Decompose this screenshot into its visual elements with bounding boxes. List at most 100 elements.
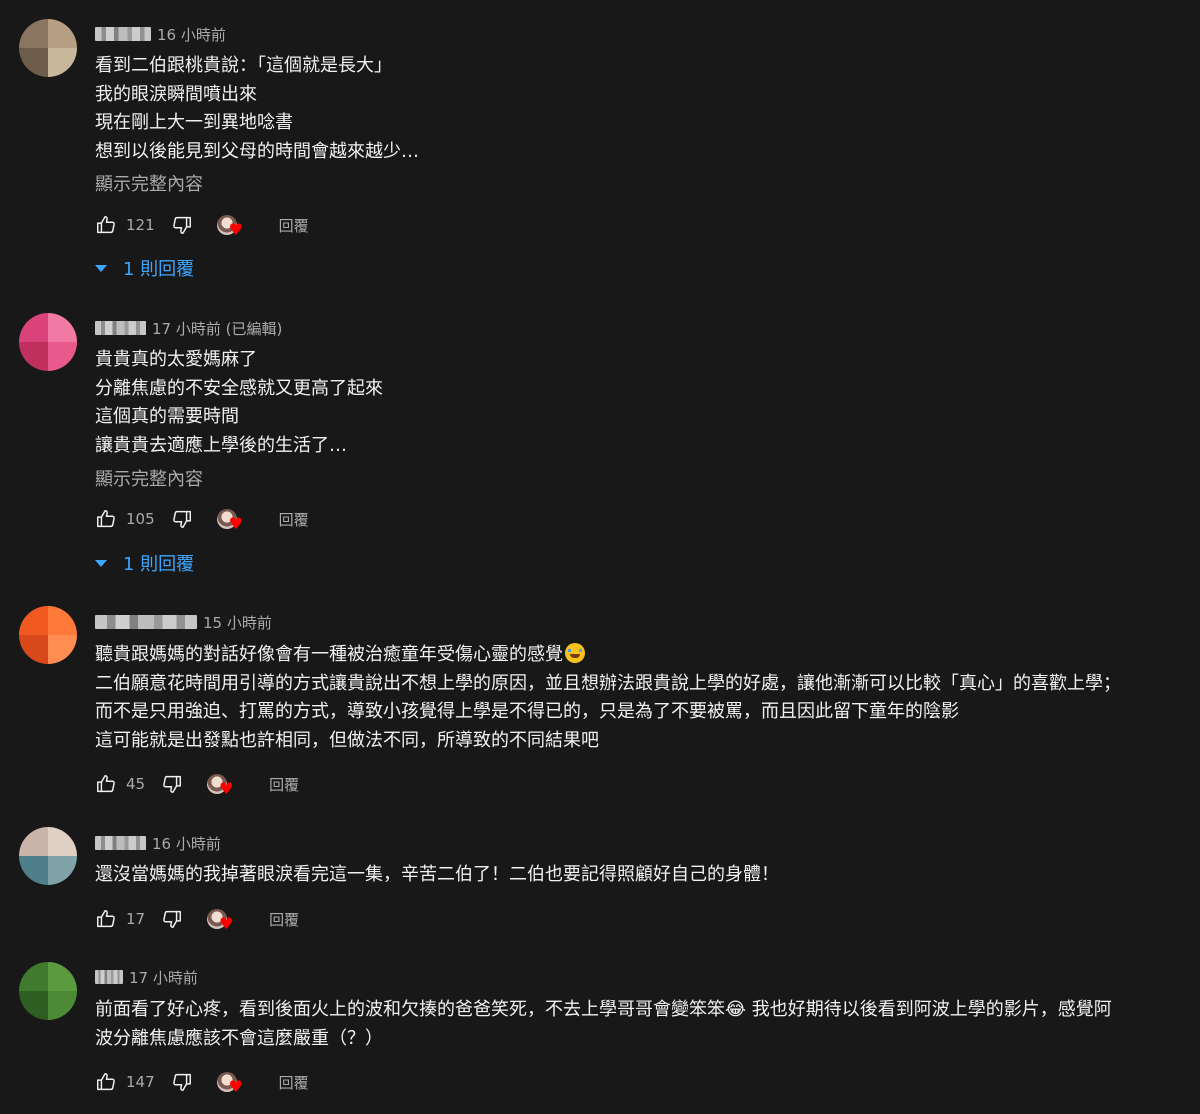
avatar-pixel <box>19 856 48 885</box>
comment-line: 看到二伯跟桃貴說：「這個就是長大」 <box>95 55 392 76</box>
comment-line: 我的眼淚瞬間噴出來 <box>95 83 257 105</box>
avatar-pixel <box>48 827 77 856</box>
avatar-pixel <box>19 962 48 991</box>
creator-heart-badge: ♥ <box>216 213 247 239</box>
creator-heart-badge: ♥ <box>216 507 247 533</box>
heart-icon: ♥ <box>219 914 234 933</box>
show-more-link[interactable]: 顯示完整內容 <box>95 465 203 491</box>
like-icon[interactable] <box>95 908 117 930</box>
comment-line: 聽貴跟媽媽的對話好像會有一種被治癒童年受傷心靈的感覺 <box>95 641 1121 670</box>
comment-line: 貴貴真的太愛媽麻了 <box>95 349 257 370</box>
comment-text: 前面看了好心疼，看到後面火上的波和欠揍的爸爸笑死，不去上學哥哥會變笨笨😂 我也好… <box>95 996 1112 1053</box>
comment-actions: 45 ♥ 回覆 <box>95 772 299 798</box>
reply-button[interactable]: 回覆 <box>269 909 299 930</box>
reply-button[interactable]: 回覆 <box>279 509 309 530</box>
comment-text: 看到二伯跟桃貴說：「這個就是長大」 我的眼淚瞬間噴出來 現在剛上大一到異地唸書 … <box>95 52 419 166</box>
like-icon[interactable] <box>95 1071 117 1093</box>
author-name-blurred[interactable] <box>95 27 151 41</box>
comment-line: 前面看了好心疼，看到後面火上的波和欠揍的爸爸笑死，不去上學哥哥會變笨笨😂 我也好… <box>95 999 1112 1020</box>
like-icon[interactable] <box>95 508 117 530</box>
view-replies-button[interactable]: 1 則回覆 <box>93 255 194 281</box>
comment-text: 貴貴真的太愛媽麻了 分離焦慮的不安全感就又更高了起來 這個真的需要時間 讓貴貴去… <box>95 346 383 460</box>
comment-line: 現在剛上大一到異地唸書 <box>95 112 293 133</box>
comment-time[interactable]: 16 小時前 <box>157 24 226 45</box>
author-name-blurred[interactable] <box>95 321 146 335</box>
heart-icon: ♥ <box>219 779 234 798</box>
heart-icon: ♥ <box>228 220 243 239</box>
comment-actions: 17 ♥ 回覆 <box>95 907 299 933</box>
comment-line: 這個真的需要時間 <box>95 406 239 427</box>
avatar-pixel <box>48 48 77 77</box>
comment-time[interactable]: 15 小時前 <box>203 612 272 633</box>
creator-heart-badge: ♥ <box>207 772 237 798</box>
comment-meta: 16 小時前 <box>95 24 226 44</box>
reply-button[interactable]: 回覆 <box>279 215 309 236</box>
avatar[interactable] <box>19 606 77 664</box>
avatar-pixel <box>48 856 77 885</box>
dislike-icon[interactable] <box>161 908 183 930</box>
like-count: 17 <box>126 910 146 928</box>
like-count: 45 <box>126 775 146 793</box>
comment-line: 讓貴貴去適應上學後的生活了… <box>95 434 347 456</box>
heart-icon: ♥ <box>228 514 243 533</box>
comment-meta: 15 小時前 <box>95 612 272 632</box>
like-count: 147 <box>126 1073 155 1091</box>
like-count: 121 <box>126 216 155 234</box>
dislike-icon[interactable] <box>171 508 193 530</box>
author-name-blurred[interactable] <box>95 970 123 984</box>
dislike-icon[interactable] <box>161 773 183 795</box>
comment-line: 二伯願意花時間用引導的方式讓貴說出不想上學的原因，並且想辦法跟貴說上學的好處，讓… <box>95 672 1121 694</box>
heart-icon: ♥ <box>228 1077 243 1096</box>
dislike-icon[interactable] <box>171 214 193 236</box>
avatar-pixel <box>48 606 77 635</box>
avatar[interactable] <box>19 962 77 1020</box>
creator-heart-badge: ♥ <box>216 1070 247 1096</box>
caret-down-icon <box>95 559 107 567</box>
laughing-emoji-icon <box>565 643 585 663</box>
like-icon[interactable] <box>95 773 117 795</box>
avatar[interactable] <box>19 19 77 77</box>
show-more-link[interactable]: 顯示完整內容 <box>95 170 203 196</box>
avatar-pixel <box>19 991 48 1020</box>
comment-actions: 121 ♥ 回覆 <box>95 213 309 239</box>
comment-time[interactable]: 16 小時前 <box>152 833 221 854</box>
like-icon[interactable] <box>95 214 117 236</box>
comment-meta: 17 小時前 (已編輯) <box>95 318 282 338</box>
avatar-pixel <box>48 991 77 1020</box>
replies-count-label: 1 則回覆 <box>123 259 195 280</box>
avatar-pixel <box>19 48 48 77</box>
avatar-pixel <box>19 313 48 342</box>
avatar-pixel <box>48 313 77 342</box>
avatar[interactable] <box>19 313 77 371</box>
avatar-pixel <box>19 19 48 48</box>
reply-button[interactable]: 回覆 <box>269 774 299 795</box>
comment-line-text: 聽貴跟媽媽的對話好像會有一種被治癒童年受傷心靈的感覺 <box>95 644 563 665</box>
avatar-pixel <box>48 635 77 664</box>
comment-time[interactable]: 17 小時前 <box>129 967 198 988</box>
comment-time[interactable]: 17 小時前 (已編輯) <box>152 318 282 339</box>
comment-line: 想到以後能見到父母的時間會越來越少… <box>95 140 419 162</box>
author-name-blurred[interactable] <box>95 615 197 629</box>
avatar-pixel <box>48 962 77 991</box>
avatar-pixel <box>48 342 77 371</box>
view-replies-button[interactable]: 1 則回覆 <box>93 550 194 576</box>
dislike-icon[interactable] <box>171 1071 193 1093</box>
comment-line: 分離焦慮的不安全感就又更高了起來 <box>95 377 383 399</box>
caret-down-icon <box>95 264 107 272</box>
author-name-blurred[interactable] <box>95 836 146 850</box>
creator-heart-badge: ♥ <box>207 907 237 933</box>
comment-line: 這可能就是出發點也許相同，但做法不同，所導致的不同結果吧 <box>95 729 599 751</box>
avatar[interactable] <box>19 827 77 885</box>
comment-meta: 16 小時前 <box>95 833 221 853</box>
comment-line: 而不是只用強迫、打罵的方式，導致小孩覺得上學是不得已的，只是為了不要被罵，而且因… <box>95 701 959 722</box>
comment-actions: 147 ♥ 回覆 <box>95 1070 309 1096</box>
reply-button[interactable]: 回覆 <box>279 1072 309 1093</box>
like-count: 105 <box>126 510 155 528</box>
avatar-pixel <box>19 606 48 635</box>
comment-text: 聽貴跟媽媽的對話好像會有一種被治癒童年受傷心靈的感覺 二伯願意花時間用引導的方式… <box>95 641 1121 755</box>
avatar-pixel <box>19 635 48 664</box>
avatar-pixel <box>19 342 48 371</box>
comment-text: 還沒當媽媽的我掉著眼淚看完這一集，辛苦二伯了！二伯也要記得照顧好自己的身體！ <box>95 861 779 890</box>
replies-count-label: 1 則回覆 <box>123 554 195 575</box>
comment-meta: 17 小時前 <box>95 967 198 987</box>
